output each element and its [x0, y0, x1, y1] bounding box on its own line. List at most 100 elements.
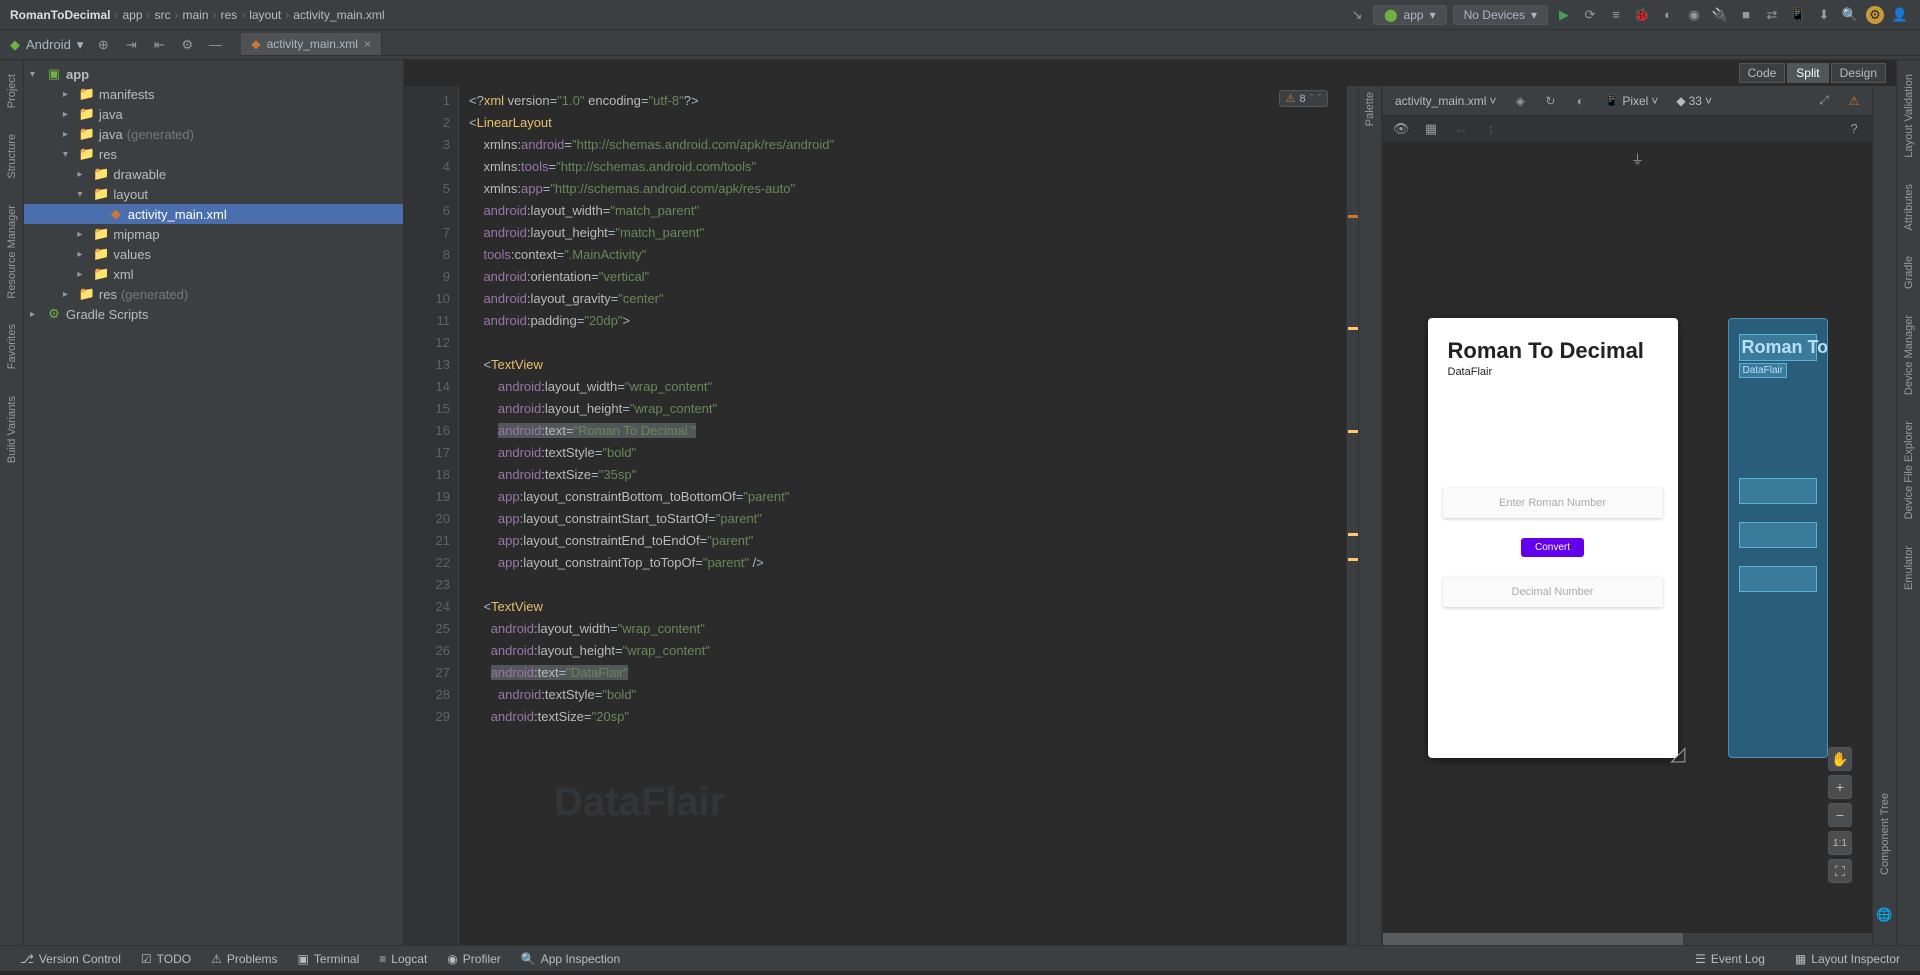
globe-icon[interactable]: 🌐	[1875, 905, 1895, 925]
left-rail-project[interactable]: Project	[6, 68, 18, 114]
code-content[interactable]: <?xml version="1.0" encoding="utf-8"?><L…	[459, 86, 1346, 945]
tree-gradle-scripts[interactable]: ▸⚙Gradle Scripts	[24, 304, 403, 324]
editor-tab[interactable]: ◆ activity_main.xml ×	[241, 33, 382, 55]
tree-item-drawable[interactable]: ▸📁drawable	[24, 164, 403, 184]
tree-item-manifests[interactable]: ▸📁manifests	[24, 84, 403, 104]
palette-rail[interactable]: Palette	[1358, 86, 1382, 945]
view-mode-split[interactable]: Split	[1787, 63, 1828, 83]
breadcrumb-item[interactable]: RomanToDecimal	[10, 8, 110, 22]
collapse-icon[interactable]: ⇥	[121, 35, 141, 55]
tree-item-java[interactable]: ▸📁java	[24, 104, 403, 124]
bottom-version-control[interactable]: ⎇Version Control	[10, 952, 131, 966]
component-tree-label[interactable]: Component Tree	[1879, 763, 1891, 905]
make-icon[interactable]: ↘	[1347, 5, 1367, 25]
profiler-icon[interactable]: ◉	[1684, 5, 1704, 25]
target-icon[interactable]: ⊕	[93, 35, 113, 55]
apply-changes-icon[interactable]: ⟳	[1580, 5, 1600, 25]
expand-icon[interactable]: ⇤	[149, 35, 169, 55]
pan-button[interactable]: ✋	[1828, 747, 1852, 771]
zoom-dropdown[interactable]: ◆ 33 ˅	[1672, 92, 1716, 110]
tree-item-res[interactable]: ▸📁res (generated)	[24, 284, 403, 304]
eye-icon[interactable]: 👁	[1391, 119, 1411, 139]
zoom-in-button[interactable]: +	[1828, 775, 1852, 799]
left-rail-build-variants[interactable]: Build Variants	[6, 390, 18, 469]
tree-item-xml[interactable]: ▸📁xml	[24, 264, 403, 284]
tree-item-java[interactable]: ▸📁java (generated)	[24, 124, 403, 144]
view-mode-design[interactable]: Design	[1831, 63, 1886, 83]
breadcrumb-item[interactable]: activity_main.xml	[293, 8, 384, 22]
zoom-out-button[interactable]: −	[1828, 803, 1852, 827]
left-rail-favorites[interactable]: Favorites	[6, 318, 18, 375]
theme-icon[interactable]: ◐	[1570, 91, 1590, 111]
stop-icon[interactable]: ≡	[1606, 5, 1626, 25]
palette-label[interactable]: Palette	[1364, 86, 1376, 136]
right-rail-emulator[interactable]: Emulator	[1903, 540, 1915, 596]
sync-icon[interactable]: ⇄	[1762, 5, 1782, 25]
breadcrumb-item[interactable]: src	[155, 8, 171, 22]
resize-handle-icon[interactable]: ◿	[1670, 741, 1685, 766]
tree-item-values[interactable]: ▸📁values	[24, 244, 403, 264]
bottom-todo[interactable]: ☑TODO	[131, 952, 201, 966]
design-scrollbar[interactable]	[1383, 933, 1872, 945]
search-icon[interactable]: 🔍	[1840, 5, 1860, 25]
usb-icon[interactable]: ⏚	[1628, 148, 1648, 168]
breadcrumb-item[interactable]: layout	[249, 8, 281, 22]
problems-badge[interactable]: ⚠8 ˆˇ	[1279, 90, 1328, 107]
bottom-profiler[interactable]: ◉Profiler	[437, 952, 511, 966]
minimize-icon[interactable]: —	[205, 35, 225, 55]
right-rail-device-manager[interactable]: Device Manager	[1903, 309, 1915, 401]
expand-design-icon[interactable]: ⤢	[1814, 91, 1834, 111]
right-rail-attributes[interactable]: Attributes	[1903, 178, 1915, 236]
user-icon[interactable]: 👤	[1890, 5, 1910, 25]
design-file-dropdown[interactable]: activity_main.xml ˅	[1391, 92, 1500, 110]
left-rail-structure[interactable]: Structure	[6, 128, 18, 185]
tree-item-activity_main-xml[interactable]: ◆activity_main.xml	[24, 204, 403, 224]
breadcrumb-item[interactable]: main	[183, 8, 209, 22]
gear-icon[interactable]: ⚙	[177, 35, 197, 55]
right-rail-layout-validation[interactable]: Layout Validation	[1903, 68, 1915, 164]
blueprint-preview[interactable]: Roman To DataFlair	[1728, 318, 1828, 758]
coverage-icon[interactable]: ◐	[1658, 5, 1678, 25]
component-tree-rail[interactable]: Component Tree 🌐	[1872, 86, 1896, 945]
zoom-reset-button[interactable]: ⛶	[1828, 859, 1852, 883]
breadcrumb-item[interactable]: app	[122, 8, 142, 22]
help-icon[interactable]: ?	[1844, 119, 1864, 139]
stack-icon[interactable]: ◈	[1510, 91, 1530, 111]
attach-debugger-icon[interactable]: 🔌	[1710, 5, 1730, 25]
grid-icon[interactable]: ▦	[1421, 119, 1441, 139]
bottom-app-inspection[interactable]: 🔍App Inspection	[511, 952, 630, 966]
run-icon[interactable]: ▶	[1554, 5, 1574, 25]
project-view-selector[interactable]: ◆ Android ▾	[0, 37, 93, 53]
device-dropdown[interactable]: 📱 Pixel ˅	[1600, 92, 1662, 110]
bottom-terminal[interactable]: ▣Terminal	[288, 952, 370, 966]
avd-icon[interactable]: 📱	[1788, 5, 1808, 25]
design-canvas[interactable]: ⏚ Roman To Decimal DataFlair Enter Roman…	[1383, 142, 1872, 933]
bottom-logcat[interactable]: ≡Logcat	[369, 952, 437, 966]
close-tab-icon[interactable]: ×	[364, 37, 371, 51]
design-warning-icon[interactable]: ⚠	[1844, 91, 1864, 111]
code-editor[interactable]: 1234567891011121314151617181920212223242…	[404, 86, 1358, 945]
project-panel[interactable]: ▾▣app ▸📁manifests ▸📁java ▸📁java (generat…	[24, 60, 404, 945]
tree-item-mipmap[interactable]: ▸📁mipmap	[24, 224, 403, 244]
stop2-icon[interactable]: ■	[1736, 5, 1756, 25]
device-preview[interactable]: Roman To Decimal DataFlair Enter Roman N…	[1428, 318, 1678, 758]
zoom-fit-button[interactable]: 1:1	[1828, 831, 1852, 855]
settings-icon[interactable]: ⚙	[1866, 6, 1884, 24]
view-mode-code[interactable]: Code	[1739, 63, 1786, 83]
debug-icon[interactable]: 🐞	[1632, 5, 1652, 25]
run-config-selector[interactable]: ⬤ app ▾	[1373, 5, 1447, 25]
tree-item-layout[interactable]: ▾📁layout	[24, 184, 403, 204]
bottom-event-log[interactable]: ☰Event Log	[1685, 952, 1775, 966]
orientation-icon[interactable]: ↻	[1540, 91, 1560, 111]
tree-item-res[interactable]: ▾📁res	[24, 144, 403, 164]
right-rail-gradle[interactable]: Gradle	[1903, 250, 1915, 295]
bottom-problems[interactable]: ⚠Problems	[201, 952, 287, 966]
tree-root[interactable]: ▾▣app	[24, 64, 403, 84]
device-selector[interactable]: No Devices ▾	[1453, 5, 1548, 25]
breadcrumb-item[interactable]: res	[221, 8, 238, 22]
editor-scrollbar[interactable]	[1346, 86, 1358, 945]
bottom-layout-inspector[interactable]: ▦Layout Inspector	[1785, 952, 1910, 966]
right-rail-device-file-explorer[interactable]: Device File Explorer	[1903, 415, 1915, 525]
sdk-icon[interactable]: ⬇	[1814, 5, 1834, 25]
left-rail-resource-manager[interactable]: Resource Manager	[6, 199, 18, 305]
